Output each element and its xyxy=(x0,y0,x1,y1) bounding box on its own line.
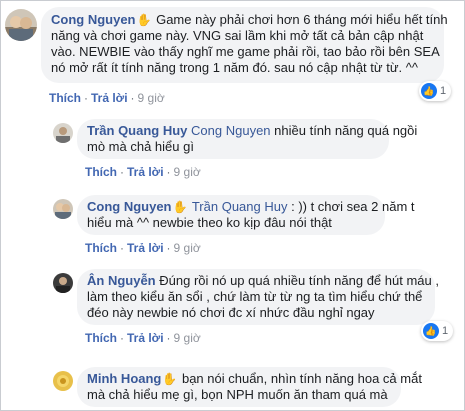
comment-actions: Thích · Trả lời · 9 giờ xyxy=(49,91,165,105)
reply-button[interactable]: Trả lời xyxy=(127,331,164,345)
mention-link[interactable]: Trần Quang Huy xyxy=(192,199,288,214)
comment-thread: Cong Nguyen✋ Game này phải chơi hơn 6 th… xyxy=(0,0,465,411)
reaction-count[interactable]: 👍 1 xyxy=(419,81,452,101)
comment-text: đéo này newbie nó chơi đc xí nhức đầu ng… xyxy=(87,305,375,320)
comment-bubble: Cong Nguyen✋ Game này phải chơi hơn 6 th… xyxy=(41,7,448,83)
comment-text: Đúng rồi nó up quá nhiều tính năng để hú… xyxy=(159,273,439,288)
like-button[interactable]: Thích xyxy=(49,91,81,105)
avatar[interactable] xyxy=(53,273,73,293)
like-reaction-icon: 👍 xyxy=(423,323,439,339)
comment-text: bạn nói chuẩn, nhìn tính năng hoa cả mắt xyxy=(181,371,422,386)
reply-button[interactable]: Trả lời xyxy=(127,165,164,179)
comment-timestamp[interactable]: 9 giờ xyxy=(174,165,201,179)
avatar[interactable] xyxy=(5,9,37,41)
comment-timestamp[interactable]: 9 giờ xyxy=(174,331,201,345)
comment-actions: Thích · Trả lời · 9 giờ xyxy=(85,241,201,255)
wave-hand-icon: ✋ xyxy=(162,372,178,386)
comment-text: nó mở rất ít tính năng trong 1 năm đó. s… xyxy=(51,60,418,75)
wave-hand-icon: ✋ xyxy=(136,13,152,27)
comment-author[interactable]: Trần Quang Huy xyxy=(87,123,187,138)
comment-bubble: Cong Nguyen✋ Trần Quang Huy : )) t chơi … xyxy=(77,195,415,235)
comment-timestamp[interactable]: 9 giờ xyxy=(138,91,165,105)
avatar[interactable] xyxy=(53,199,73,219)
comment-text: làm theo kiểu ăn sổi , chứ làm từ từ ng … xyxy=(87,289,423,304)
like-button[interactable]: Thích xyxy=(85,331,117,345)
reply-button[interactable]: Trả lời xyxy=(91,91,128,105)
comment-author[interactable]: Ân Nguyễn xyxy=(87,273,156,288)
avatar[interactable] xyxy=(53,123,73,143)
like-reaction-icon: 👍 xyxy=(421,83,437,99)
comment-text: mà chả hiểu mẹ gì, bọn NPH muốn ăn tham … xyxy=(87,387,388,402)
comment-text: hiểu mà ^^ newbie theo ko kịp đâu nói th… xyxy=(87,215,332,230)
comment-author[interactable]: Cong Nguyen xyxy=(51,12,136,27)
comment-bubble: Trần Quang Huy Cong Nguyen nhiều tính nă… xyxy=(77,119,417,159)
like-button[interactable]: Thích xyxy=(85,165,117,179)
comment-author[interactable]: Minh Hoang xyxy=(87,371,161,386)
comment-text: : )) t chơi sea 2 năm t xyxy=(291,199,415,214)
avatar[interactable] xyxy=(53,371,73,391)
comment-bubble: Minh Hoang✋ bạn nói chuẩn, nhìn tính năn… xyxy=(77,367,422,407)
comment-bubble: Ân Nguyễn Đúng rồi nó up quá nhiều tính … xyxy=(77,269,439,325)
comment-text: mò mà chả hiểu gì xyxy=(87,139,194,154)
like-button[interactable]: Thích xyxy=(85,241,117,255)
comment-text: vào. NEWBIE vào thấy nghĩ me game phải r… xyxy=(51,44,440,59)
comment-text: nhiều tính năng quá ngồi xyxy=(274,123,418,138)
comment-timestamp[interactable]: 9 giờ xyxy=(174,241,201,255)
comment-text: Game này phải chơi hơn 6 tháng mới hiểu … xyxy=(156,12,448,27)
reply-button[interactable]: Trả lời xyxy=(127,241,164,255)
comment-text: năng và chơi game này. VNG sai lầm khi m… xyxy=(51,28,424,43)
comment-actions: Thích · Trả lời · 9 giờ xyxy=(85,165,201,179)
wave-hand-icon: ✋ xyxy=(172,200,188,214)
mention-link[interactable]: Cong Nguyen xyxy=(191,123,271,138)
reaction-count[interactable]: 👍 1 xyxy=(421,321,454,341)
comment-actions: Thích · Trả lời · 9 giờ xyxy=(85,331,201,345)
comment-author[interactable]: Cong Nguyen xyxy=(87,199,172,214)
